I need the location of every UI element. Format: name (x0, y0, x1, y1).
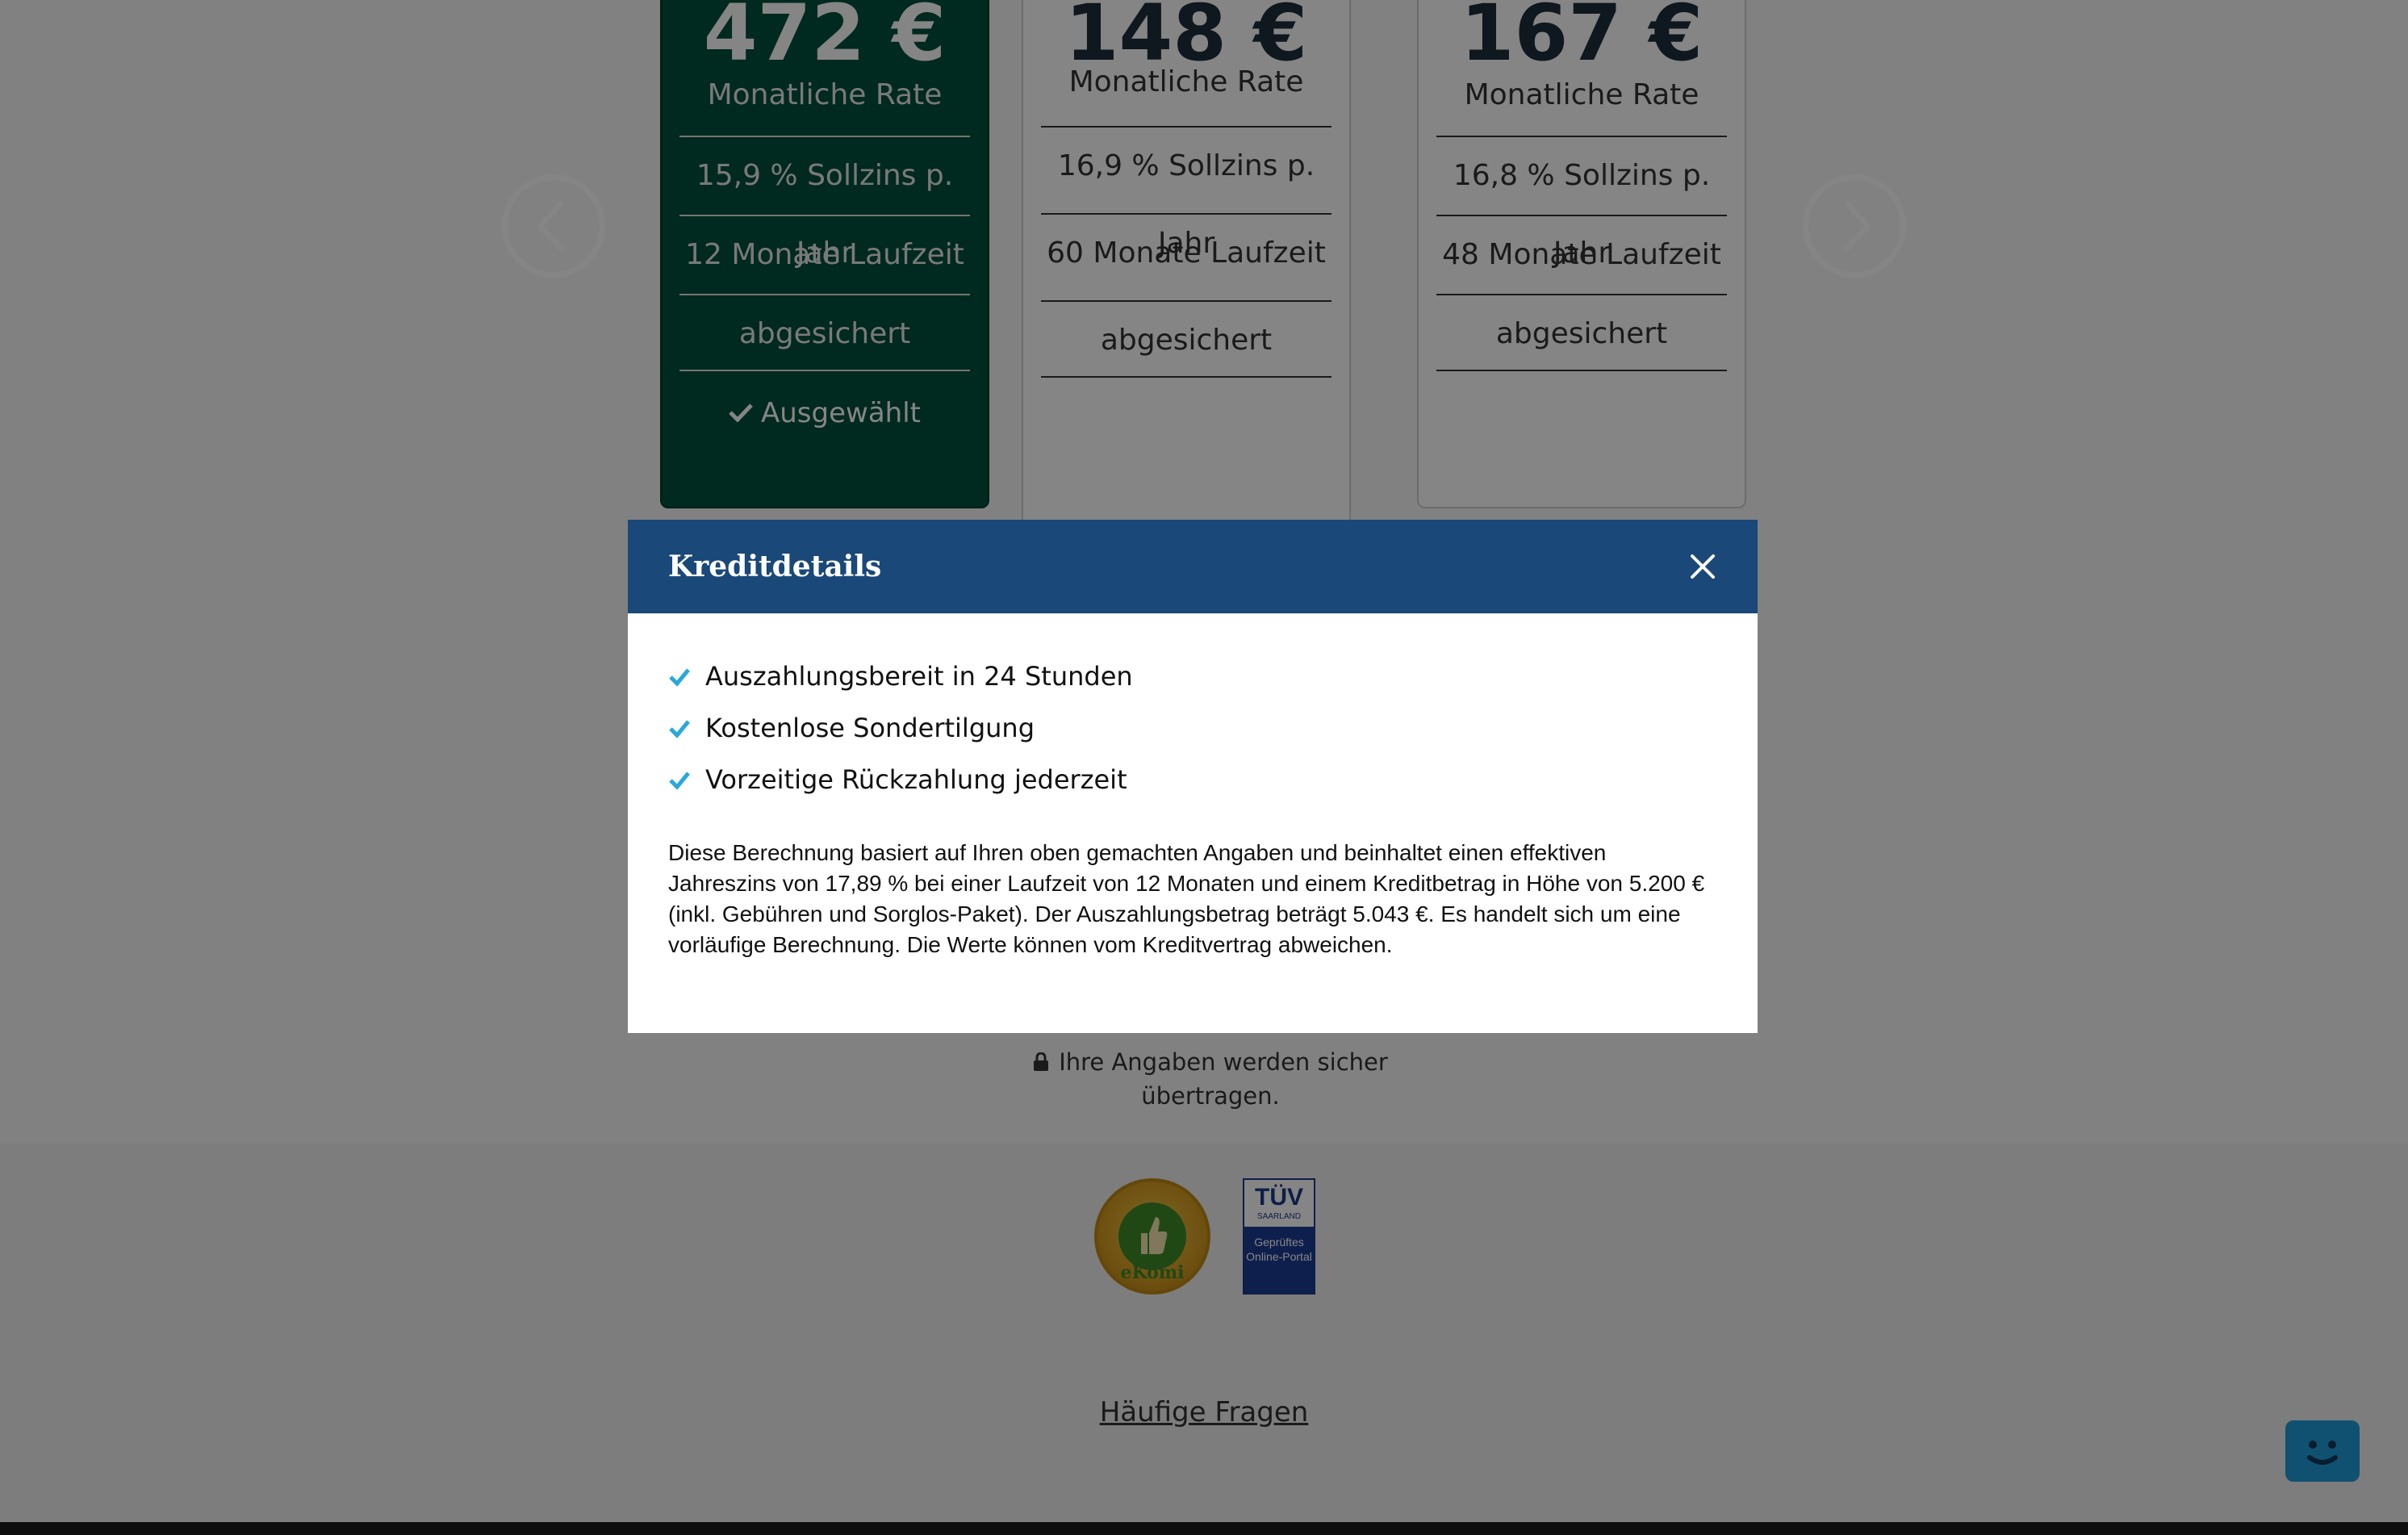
modal-title: Kreditdetails (668, 550, 882, 583)
feature-text: Vorzeitige Rückzahlung jederzeit (705, 764, 1127, 795)
close-icon (1691, 554, 1715, 579)
feature-list: Auszahlungsbereit in 24 Stunden Kostenlo… (668, 657, 1717, 812)
check-icon (669, 720, 690, 738)
feature-item: Kostenlose Sondertilgung (668, 709, 1717, 760)
feature-item: Auszahlungsbereit in 24 Stunden (668, 657, 1717, 709)
modal-header: Kreditdetails (628, 520, 1758, 613)
feature-text: Auszahlungsbereit in 24 Stunden (705, 661, 1133, 692)
check-icon (669, 772, 690, 790)
close-button[interactable] (1680, 544, 1725, 589)
feature-item: Vorzeitige Rückzahlung jederzeit (668, 760, 1717, 812)
check-icon (669, 668, 690, 687)
calculation-description: Diese Berechnung basiert auf Ihren oben … (668, 840, 1705, 957)
feature-text: Kostenlose Sondertilgung (705, 713, 1035, 743)
credit-details-modal: Kreditdetails Auszahlungsbereit in 24 St… (628, 520, 1758, 1033)
